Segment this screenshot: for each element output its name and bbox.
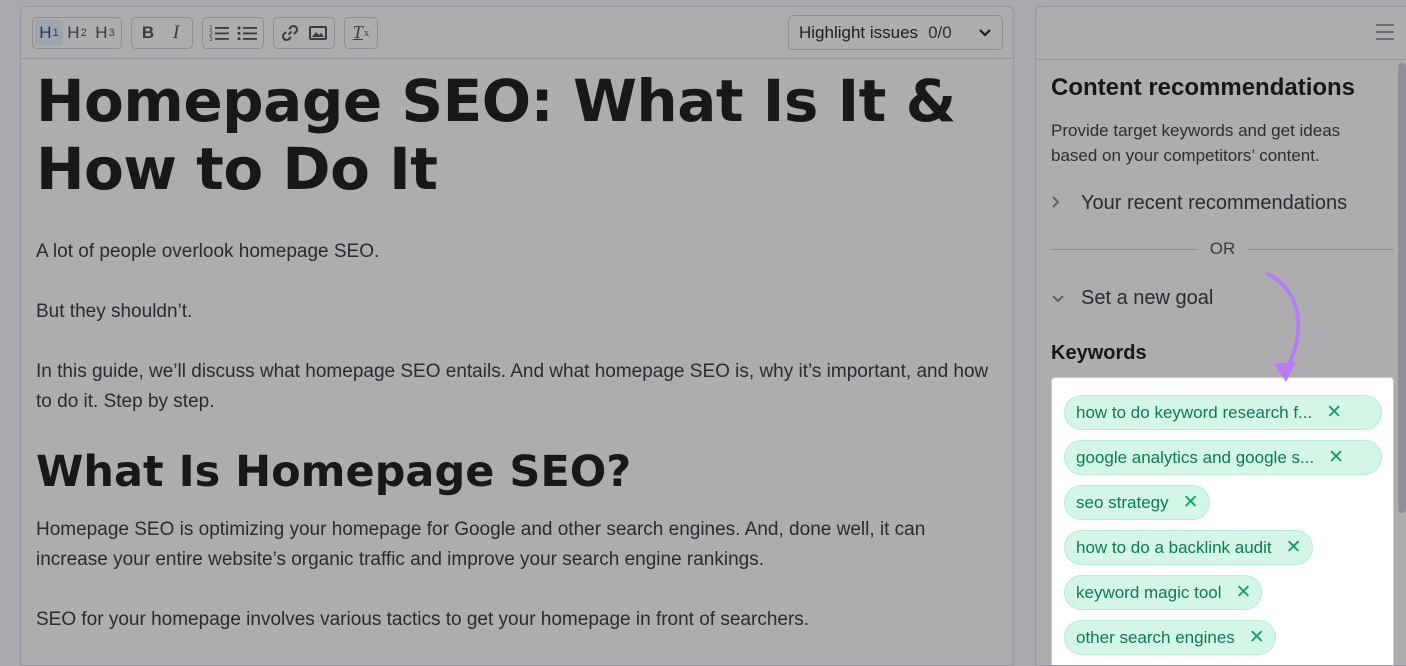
keyword-chip: how to do a backlink audit ✕ <box>1064 530 1313 565</box>
annotation-arrow-icon <box>1266 272 1301 382</box>
remove-keyword-icon[interactable]: ✕ <box>1249 626 1265 649</box>
bullet-list-button[interactable] <box>233 20 261 46</box>
keyword-chip: other search engines ✕ <box>1064 620 1276 655</box>
remove-keyword-icon[interactable]: ✕ <box>1328 446 1344 469</box>
sidebar-header <box>1036 7 1406 60</box>
insert-group <box>273 16 335 49</box>
editor-panel: H1 H2 H3 B I 1 2 3 T x Highlight issues … <box>20 6 1014 666</box>
keyword-chip-label: google analytics and google s... <box>1076 447 1315 467</box>
ordered-list-icon: 1 2 3 <box>209 25 229 42</box>
link-icon <box>281 24 299 41</box>
keywords-label: Keywords <box>1051 342 1147 364</box>
format-group: B I <box>131 16 193 49</box>
recent-recommendations-label: Your recent recommendations <box>1081 192 1348 214</box>
paragraph[interactable]: But they shouldn’t. <box>36 297 998 327</box>
list-group: 1 2 3 <box>202 16 264 49</box>
image-icon <box>309 25 327 40</box>
svg-text:3: 3 <box>209 36 213 42</box>
h2-button[interactable]: H2 <box>63 20 91 46</box>
sidebar-description: Provide target keywords and get ideas ba… <box>1051 121 1341 165</box>
bullet-list-icon <box>237 26 257 40</box>
keyword-chip-label: how to do a backlink audit <box>1076 537 1272 557</box>
chevron-down-icon <box>978 23 992 43</box>
chevron-right-icon <box>1051 193 1081 214</box>
keyword-chip-label: seo strategy <box>1076 492 1169 512</box>
keywords-input-box[interactable]: how to do keyword research f... ✕ google… <box>1051 377 1394 665</box>
or-label: OR <box>1209 239 1236 258</box>
link-button[interactable] <box>276 20 304 46</box>
new-goal-toggle[interactable]: Set a new goal <box>1051 287 1406 310</box>
highlight-issues-count: 0/0 <box>928 22 952 42</box>
keyword-chip-label: other search engines <box>1076 627 1235 647</box>
paragraph[interactable]: SEO for your homepage involves various t… <box>36 605 998 635</box>
ordered-list-button[interactable]: 1 2 3 <box>205 20 233 46</box>
paragraph[interactable]: Homepage SEO is optimizing your homepage… <box>36 515 998 575</box>
h3-button[interactable]: H3 <box>91 20 119 46</box>
chevron-down-icon <box>1051 288 1081 309</box>
sidebar-title: Content recommendations <box>1051 74 1356 101</box>
document-title[interactable]: Homepage SEO: What Is It & How to Do It <box>36 67 998 203</box>
document-body[interactable]: Homepage SEO: What Is It & How to Do It … <box>21 59 1013 635</box>
remove-keyword-icon[interactable]: ✕ <box>1286 536 1302 559</box>
recommendations-sidebar: Content recommendations Provide target k… <box>1035 6 1406 666</box>
sidebar-scrollbar[interactable] <box>1398 63 1406 513</box>
remove-keyword-icon[interactable]: ✕ <box>1326 401 1342 424</box>
image-button[interactable] <box>304 20 332 46</box>
section-heading[interactable]: What Is Homepage SEO? <box>36 447 998 497</box>
hamburger-menu-icon[interactable] <box>1376 24 1394 40</box>
clear-format-button[interactable]: Tx <box>347 20 375 46</box>
keyword-chip: how to do keyword research f... ✕ <box>1064 395 1382 430</box>
italic-button[interactable]: I <box>162 20 190 46</box>
bold-button[interactable]: B <box>134 20 162 46</box>
paragraph[interactable]: In this guide, we’ll discuss what homepa… <box>36 357 998 417</box>
remove-keyword-icon[interactable]: ✕ <box>1236 581 1252 604</box>
keyword-chip: google analytics and google s... ✕ <box>1064 440 1382 475</box>
keyword-chip-label: keyword magic tool <box>1076 582 1222 602</box>
recent-recommendations-toggle[interactable]: Your recent recommendations <box>1051 192 1406 215</box>
or-divider: OR <box>1051 239 1394 259</box>
remove-keyword-icon[interactable]: ✕ <box>1183 491 1199 514</box>
keyword-chip: seo strategy ✕ <box>1064 485 1210 520</box>
paragraph[interactable]: A lot of people overlook homepage SEO. <box>36 237 998 267</box>
highlight-issues-label: Highlight issues <box>799 22 919 42</box>
new-goal-label: Set a new goal <box>1081 287 1214 309</box>
keyword-chip: keyword magic tool ✕ <box>1064 575 1263 610</box>
heading-group: H1 H2 H3 <box>32 16 122 49</box>
editor-toolbar: H1 H2 H3 B I 1 2 3 T x Highlight issues … <box>21 7 1013 59</box>
clear-format-icon: T <box>352 22 363 42</box>
clear-group: Tx <box>344 16 378 49</box>
h1-button[interactable]: H1 <box>35 19 63 46</box>
highlight-issues-dropdown[interactable]: Highlight issues 0/0 <box>788 15 1003 50</box>
keyword-chip-label: how to do keyword research f... <box>1076 402 1313 422</box>
